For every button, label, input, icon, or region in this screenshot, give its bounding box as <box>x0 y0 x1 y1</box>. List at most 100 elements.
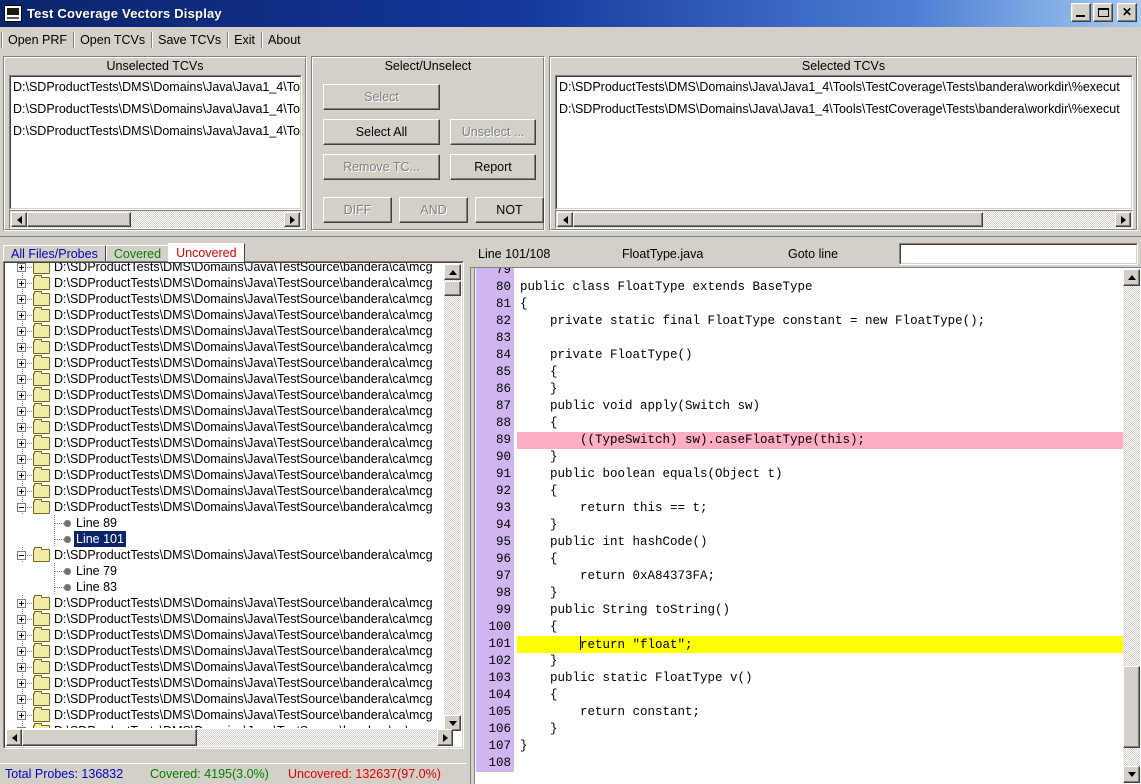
selected-tcvs-list[interactable]: D:\SDProductTests\DMS\Domains\Java\Java1… <box>555 75 1133 210</box>
code-line[interactable]: 103 public static FloatType v() <box>476 670 1125 687</box>
code-line[interactable]: 100 { <box>476 619 1125 636</box>
code-line[interactable]: 81 { <box>476 296 1125 313</box>
scroll-left-button[interactable] <box>557 212 573 227</box>
code-line[interactable]: 90 } <box>476 449 1125 466</box>
list-item[interactable]: D:\SDProductTests\DMS\Domains\Java\Java1… <box>11 121 300 143</box>
list-item[interactable]: D:\SDProductTests\DMS\Domains\Java\Java1… <box>11 77 300 99</box>
hscroll-thumb[interactable] <box>22 729 197 746</box>
code-line[interactable]: 80 public class FloatType extends BaseTyp… <box>476 279 1125 296</box>
tree-folder-row[interactable]: D:\SDProductTests\DMS\Domains\Java\TestS… <box>6 691 436 707</box>
code-line[interactable]: 85 { <box>476 364 1125 381</box>
tree-folder-row[interactable]: D:\SDProductTests\DMS\Domains\Java\TestS… <box>6 435 436 451</box>
expand-icon[interactable] <box>17 295 26 304</box>
code-line[interactable]: 99 public String toString() <box>476 602 1125 619</box>
scroll-left-button[interactable] <box>6 729 22 746</box>
and-button[interactable]: AND <box>399 197 468 223</box>
expand-icon[interactable] <box>17 471 26 480</box>
unselected-tcvs-hscrollbar[interactable] <box>9 210 302 229</box>
code-line[interactable]: 82 private static final FloatType consta… <box>476 313 1125 330</box>
expand-icon[interactable] <box>17 391 26 400</box>
remove-tc-button[interactable]: Remove TC... <box>323 154 440 180</box>
select-button[interactable]: Select <box>323 84 440 110</box>
code-line[interactable]: 95 public int hashCode() <box>476 534 1125 551</box>
scroll-right-button[interactable] <box>284 212 300 227</box>
scroll-right-button[interactable] <box>437 729 453 746</box>
unselected-tcvs-list[interactable]: D:\SDProductTests\DMS\Domains\Java\Java1… <box>9 75 302 210</box>
code-line[interactable]: 96 { <box>476 551 1125 568</box>
menu-item-about[interactable]: About <box>263 31 306 50</box>
code-line[interactable]: 94 } <box>476 517 1125 534</box>
code-vscrollbar[interactable] <box>1123 269 1140 783</box>
expand-icon[interactable] <box>17 343 26 352</box>
code-line[interactable]: 98 } <box>476 585 1125 602</box>
tree-probe-row[interactable]: Line 83 <box>6 579 436 595</box>
tree-folder-row[interactable]: D:\SDProductTests\DMS\Domains\Java\TestS… <box>6 323 436 339</box>
tab-covered[interactable]: Covered <box>105 245 170 262</box>
code-line[interactable]: 108 <box>476 755 1125 772</box>
diff-button[interactable]: DIFF <box>323 197 392 223</box>
goto-line-input[interactable] <box>899 243 1138 265</box>
expand-icon[interactable] <box>17 311 26 320</box>
expand-icon[interactable] <box>17 455 26 464</box>
code-line[interactable]: 102 } <box>476 653 1125 670</box>
code-line[interactable]: 88 { <box>476 415 1125 432</box>
code-line[interactable]: 105 return constant; <box>476 704 1125 721</box>
code-line[interactable]: 104 { <box>476 687 1125 704</box>
code-line[interactable]: 79 <box>476 268 1125 279</box>
expand-icon[interactable] <box>17 439 26 448</box>
tree-folder-row[interactable]: D:\SDProductTests\DMS\Domains\Java\TestS… <box>6 371 436 387</box>
expand-icon[interactable] <box>17 711 26 720</box>
code-line[interactable]: 86 } <box>476 381 1125 398</box>
list-item[interactable]: D:\SDProductTests\DMS\Domains\Java\Java1… <box>557 77 1131 99</box>
tab-all-files-probes[interactable]: All Files/Probes <box>3 245 106 262</box>
goto-line-field[interactable] <box>901 245 1136 263</box>
tree-folder-row[interactable]: D:\SDProductTests\DMS\Domains\Java\TestS… <box>6 275 436 291</box>
expand-icon[interactable] <box>17 727 26 728</box>
expand-icon[interactable] <box>17 615 26 624</box>
tree-probe-row[interactable]: Line 101 <box>6 531 436 547</box>
code-line[interactable]: 84 private FloatType() <box>476 347 1125 364</box>
tree-folder-row[interactable]: D:\SDProductTests\DMS\Domains\Java\TestS… <box>6 611 436 627</box>
report-button[interactable]: Report <box>450 154 536 180</box>
minimize-button[interactable] <box>1071 3 1091 22</box>
code-line[interactable]: 107} <box>476 738 1125 755</box>
select-all-button[interactable]: Select All <box>323 119 440 145</box>
code-line[interactable]: 92 { <box>476 483 1125 500</box>
expand-icon[interactable] <box>17 375 26 384</box>
tree-folder-row[interactable]: D:\SDProductTests\DMS\Domains\Java\TestS… <box>6 467 436 483</box>
tree-folder-row[interactable]: D:\SDProductTests\DMS\Domains\Java\TestS… <box>6 659 436 675</box>
expand-icon[interactable] <box>17 647 26 656</box>
tree-folder-row[interactable]: D:\SDProductTests\DMS\Domains\Java\TestS… <box>6 355 436 371</box>
tree-probe-row[interactable]: Line 79 <box>6 563 436 579</box>
menu-item-open-prf[interactable]: Open PRF <box>3 31 72 50</box>
code-line[interactable]: 97 return 0xA84373FA; <box>476 568 1125 585</box>
scroll-up-button[interactable] <box>1123 269 1140 286</box>
close-button[interactable]: ✕ <box>1117 3 1137 22</box>
code-line[interactable]: 87 public void apply(Switch sw) <box>476 398 1125 415</box>
tree-folder-row[interactable]: D:\SDProductTests\DMS\Domains\Java\TestS… <box>6 387 436 403</box>
tree-folder-row[interactable]: D:\SDProductTests\DMS\Domains\Java\TestS… <box>6 627 436 643</box>
expand-icon[interactable] <box>17 327 26 336</box>
code-line[interactable]: 93 return this == t; <box>476 500 1125 517</box>
tree-folder-row[interactable]: D:\SDProductTests\DMS\Domains\Java\TestS… <box>6 595 436 611</box>
code-line[interactable]: 106 } <box>476 721 1125 738</box>
list-item[interactable]: D:\SDProductTests\DMS\Domains\Java\Java1… <box>11 99 300 121</box>
expand-icon[interactable] <box>17 631 26 640</box>
tree-vscrollbar[interactable] <box>444 264 461 731</box>
expand-icon[interactable] <box>17 695 26 704</box>
expand-icon[interactable] <box>17 263 26 272</box>
hscroll-thumb[interactable] <box>27 212 131 227</box>
selected-tcvs-hscrollbar[interactable] <box>555 210 1133 229</box>
expand-icon[interactable] <box>17 423 26 432</box>
scroll-up-button[interactable] <box>444 264 461 280</box>
unselect-dots-button[interactable]: Unselect ... <box>450 119 536 145</box>
code-line[interactable]: 91 public boolean equals(Object t) <box>476 466 1125 483</box>
not-button[interactable]: NOT <box>475 197 544 223</box>
expand-icon[interactable] <box>17 487 26 496</box>
tree-hscrollbar[interactable] <box>6 729 453 746</box>
tree-folder-row[interactable]: D:\SDProductTests\DMS\Domains\Java\TestS… <box>6 643 436 659</box>
tree-folder-row[interactable]: D:\SDProductTests\DMS\Domains\Java\TestS… <box>6 547 436 563</box>
menu-item-exit[interactable]: Exit <box>229 31 260 50</box>
tab-uncovered[interactable]: Uncovered <box>168 243 245 262</box>
maximize-button[interactable] <box>1093 3 1113 22</box>
